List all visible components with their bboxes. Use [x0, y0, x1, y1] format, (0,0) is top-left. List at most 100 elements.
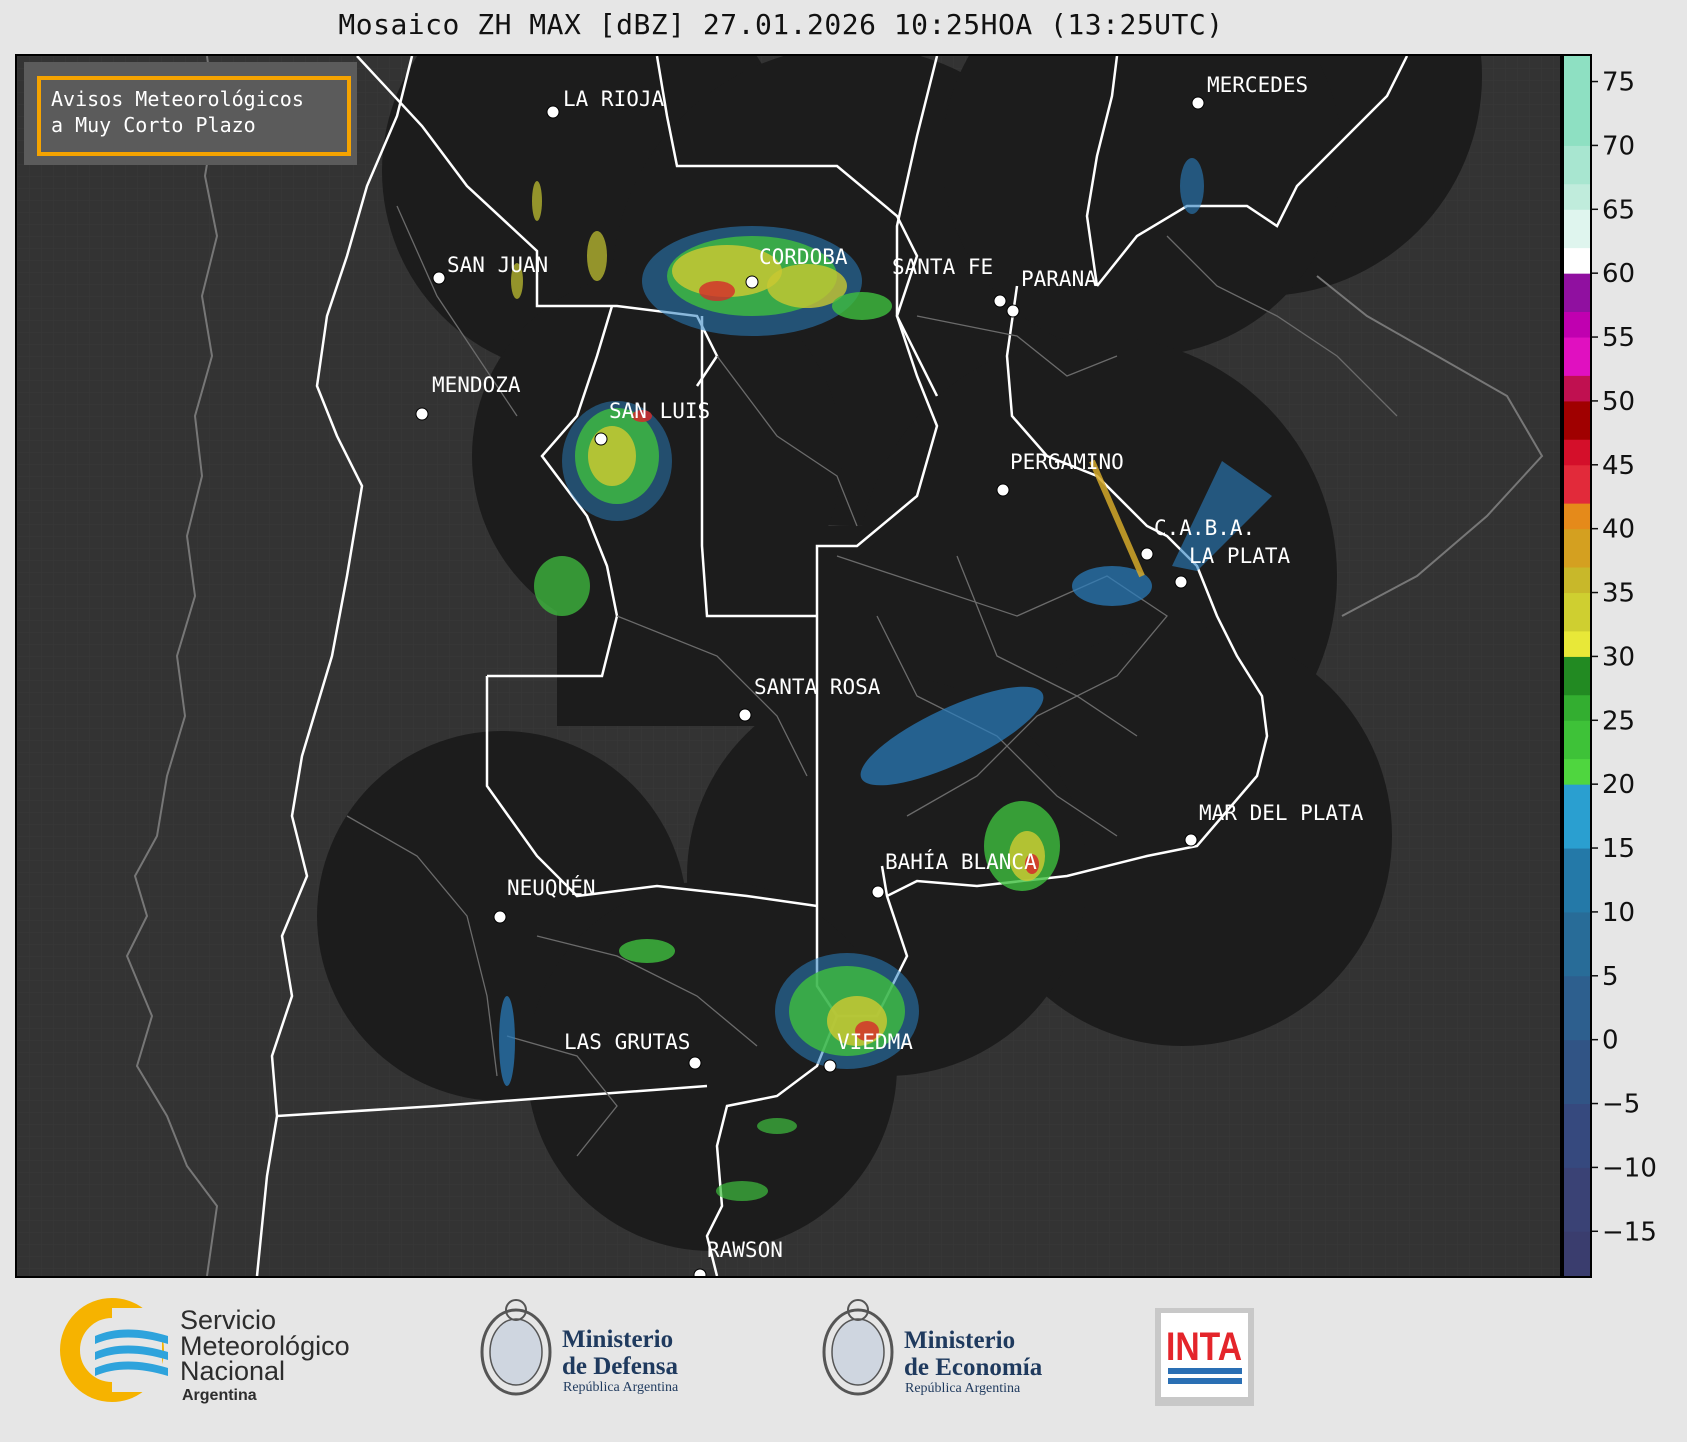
colorbar-tick-label: 70 [1602, 131, 1635, 161]
economia-line-3: República Argentina [905, 1381, 1021, 1396]
city-label-santa-fe: SANTA FE [892, 255, 993, 279]
legend-line-2: a Muy Corto Plazo [51, 113, 256, 137]
colorbar-band [1564, 656, 1590, 696]
colorbar-band [1564, 439, 1590, 466]
colorbar-tick-label: 40 [1602, 515, 1635, 545]
city-marker-las-grutas[interactable] [688, 1056, 702, 1070]
defensa-line-2: de Defensa [562, 1353, 678, 1380]
colorbar-tick-label: −15 [1602, 1217, 1657, 1247]
city-marker-mercedes[interactable] [1191, 96, 1205, 110]
colorbar [1562, 54, 1592, 1278]
colorbar-band [1564, 848, 1590, 913]
city-marker-cordoba[interactable] [745, 275, 759, 289]
city-label-parana: PARANA [1021, 267, 1097, 291]
logo-strip: Servicio Meteorológico Nacional Argentin… [60, 1298, 1254, 1406]
city-label-santa-rosa: SANTA ROSA [754, 675, 881, 699]
colorbar-band [1564, 183, 1590, 210]
colorbar-band [1564, 911, 1590, 977]
colorbar-tick-label: 5 [1602, 962, 1619, 992]
colorbar-band [1564, 528, 1590, 568]
colorbar-tick-label: 50 [1602, 387, 1635, 417]
city-marker-parana[interactable] [1006, 304, 1020, 318]
city-marker-caba[interactable] [1140, 547, 1154, 561]
colorbar-tick-label: 35 [1602, 579, 1635, 609]
colorbar-tick-label: 20 [1602, 770, 1635, 800]
city-label-neuquen: NEUQUÉN [507, 875, 596, 900]
inta-wordmark: INTA [1166, 1325, 1242, 1369]
economia-logo: Ministerio de Economía República Argenti… [822, 1299, 1043, 1396]
economia-line-2: de Economía [904, 1354, 1043, 1381]
colorbar-band [1564, 1231, 1590, 1276]
inta-logo: INTA [1155, 1308, 1254, 1406]
colorbar-tick-label: 10 [1602, 898, 1635, 928]
colorbar-band [1564, 273, 1590, 312]
colorbar-band [1564, 337, 1590, 376]
city-label-pergamino: PERGAMINO [1010, 450, 1124, 474]
city-marker-viedma[interactable] [823, 1059, 837, 1073]
city-marker-mendoza[interactable] [415, 407, 429, 421]
colorbar-scale [1564, 56, 1590, 1276]
defensa-line-1: Ministerio [562, 1326, 673, 1353]
city-marker-rawson[interactable] [693, 1268, 707, 1276]
city-label-viedma: VIEDMA [837, 1030, 913, 1054]
colorbar-band [1564, 975, 1590, 1041]
city-label-las-grutas: LAS GRUTAS [564, 1030, 690, 1054]
colorbar-tick-label: 0 [1602, 1026, 1619, 1056]
logo-footer: Servicio Meteorológico Nacional Argentin… [0, 1278, 1687, 1438]
colorbar-band [1564, 375, 1590, 402]
city-label-bahia-blanca: BAHÍA BLANCA [885, 849, 1037, 874]
city-marker-la-rioja[interactable] [546, 105, 560, 119]
colorbar-band [1564, 503, 1590, 530]
city-label-la-rioja: LA RIOJA [563, 87, 665, 111]
city-label-mendoza: MENDOZA [432, 373, 521, 397]
colorbar-tick-label: 65 [1602, 195, 1635, 225]
legend-line-1: Avisos Meteorológicos [51, 87, 304, 111]
city-marker-santa-rosa[interactable] [738, 708, 752, 722]
city-label-san-luis: SAN LUIS [609, 399, 710, 423]
city-label-san-juan: SAN JUAN [447, 253, 548, 277]
colorbar-band [1564, 56, 1590, 146]
city-marker-san-juan[interactable] [432, 271, 446, 285]
colorbar-band [1564, 784, 1590, 849]
legend-panel: Avisos Meteorológicos a Muy Corto Plazo [24, 62, 357, 165]
economia-line-1: Ministerio [904, 1327, 1015, 1354]
colorbar-band [1564, 247, 1590, 274]
colorbar-ticks: 757065605550454035302520151050−5−10−15 [1592, 68, 1657, 1247]
colorbar-band [1564, 694, 1590, 721]
defensa-line-3: República Argentina [563, 1380, 679, 1395]
city-marker-pergamino[interactable] [996, 483, 1010, 497]
colorbar-tick-label: 30 [1602, 642, 1635, 672]
colorbar-tick-label: −10 [1602, 1153, 1657, 1183]
colorbar-tick-label: 55 [1602, 323, 1635, 353]
city-marker-bahia-blanca[interactable] [871, 885, 885, 899]
smn-line-3: Nacional [180, 1356, 285, 1386]
radar-map-canvas: LA RIOJA SAN JUAN CORDOBA SANTA FE PARAN… [17, 56, 1560, 1276]
city-label-mercedes: MERCEDES [1207, 73, 1308, 97]
colorbar-tick-label: 60 [1602, 259, 1635, 289]
colorbar-band [1564, 592, 1590, 632]
city-marker-santa-fe[interactable] [993, 294, 1007, 308]
colorbar-band [1564, 758, 1590, 785]
city-label-rawson: RAWSON [707, 1238, 783, 1262]
colorbar-band [1564, 1103, 1590, 1168]
colorbar-band [1564, 209, 1590, 249]
city-label-la-plata: LA PLATA [1189, 544, 1291, 568]
city-label-caba: C.A.B.A. [1154, 516, 1255, 540]
city-label-cordoba: CORDOBA [759, 245, 848, 269]
legend-frame: Avisos Meteorológicos a Muy Corto Plazo [37, 76, 351, 156]
colorbar-band [1564, 1039, 1590, 1105]
colorbar-band [1564, 145, 1590, 185]
city-marker-mar-del-plata[interactable] [1184, 833, 1198, 847]
colorbar-tick-label: −5 [1602, 1090, 1640, 1120]
colorbar-tick-label: 45 [1602, 451, 1635, 481]
city-marker-la-plata[interactable] [1174, 575, 1188, 589]
city-marker-neuquen[interactable] [493, 910, 507, 924]
colorbar-tick-label: 75 [1602, 68, 1635, 98]
city-marker-san-luis[interactable] [594, 432, 608, 446]
smn-logo: Servicio Meteorológico Nacional Argentin… [60, 1298, 350, 1404]
colorbar-band [1564, 566, 1590, 594]
colorbar-band [1564, 464, 1590, 504]
colorbar-tick-label: 25 [1602, 706, 1635, 736]
radar-map[interactable]: LA RIOJA SAN JUAN CORDOBA SANTA FE PARAN… [15, 54, 1562, 1278]
map-title: Mosaico ZH MAX [dBZ] 27.01.2026 10:25HOA… [338, 8, 1224, 41]
